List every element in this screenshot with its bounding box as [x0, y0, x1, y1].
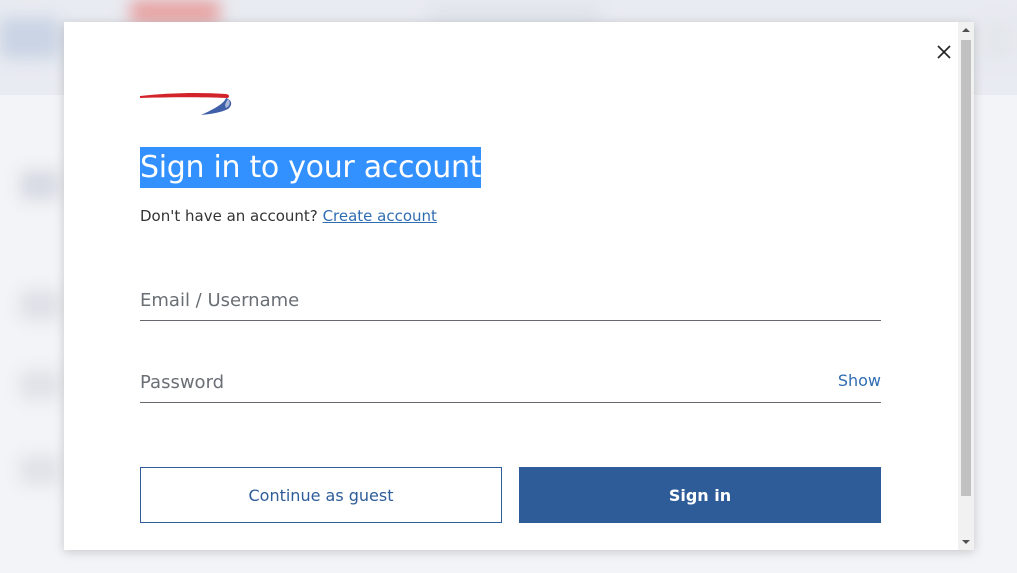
scroll-up-arrow-icon — [962, 28, 970, 32]
show-password-button[interactable]: Show — [838, 371, 881, 390]
signup-prompt: Don't have an account? Create account — [140, 207, 437, 225]
password-field-wrapper: Show — [140, 362, 881, 403]
sign-in-dialog: Sign in to your account Don't have an ac… — [64, 22, 974, 550]
email-field-wrapper — [140, 280, 881, 321]
sign-in-button[interactable]: Sign in — [519, 467, 881, 523]
scrollbar-thumb[interactable] — [961, 40, 971, 496]
background-blur — [20, 370, 60, 400]
background-blur — [20, 290, 60, 320]
password-field[interactable] — [140, 362, 820, 402]
close-button[interactable] — [932, 40, 956, 64]
scroll-down-arrow-icon — [962, 540, 970, 544]
background-blur — [20, 170, 60, 200]
page-title: Sign in to your account — [140, 147, 481, 188]
create-account-link[interactable]: Create account — [323, 207, 437, 225]
background-blur — [0, 18, 60, 58]
continue-as-guest-button[interactable]: Continue as guest — [140, 467, 502, 523]
close-icon — [937, 45, 951, 59]
signup-prompt-text: Don't have an account? — [140, 207, 318, 225]
background-blur — [980, 20, 1017, 60]
scroll-up-button[interactable] — [958, 22, 974, 38]
background-blur — [130, 0, 220, 24]
scrollbar[interactable] — [958, 22, 974, 550]
email-field[interactable] — [140, 280, 881, 320]
scroll-down-button[interactable] — [958, 534, 974, 550]
background-blur — [20, 455, 60, 485]
speedmarque-logo — [140, 92, 234, 122]
